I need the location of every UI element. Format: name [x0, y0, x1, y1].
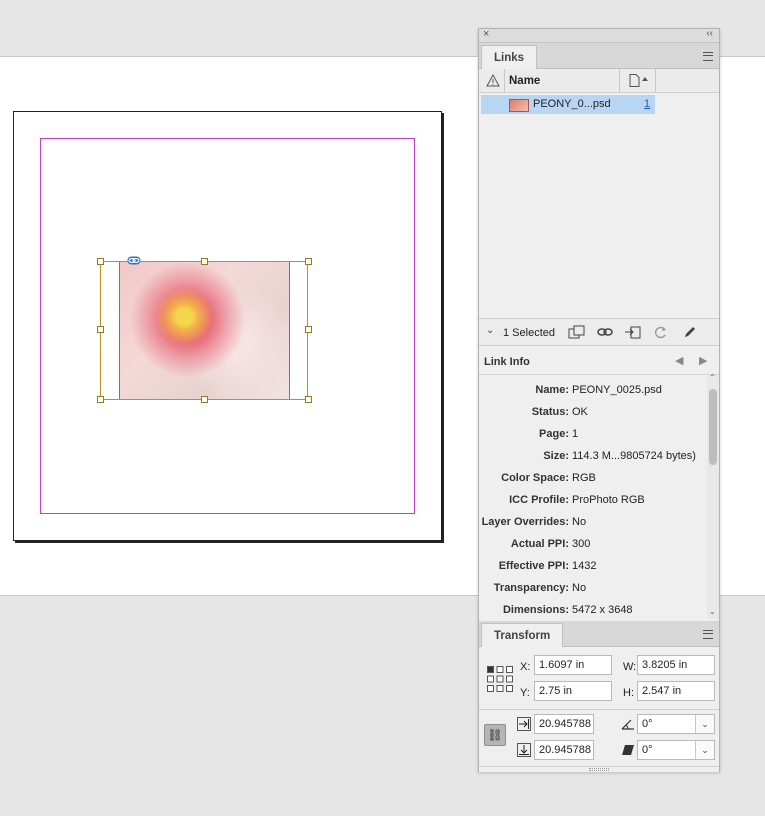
scroll-down-icon[interactable]: ⌄ [709, 607, 716, 616]
frame-handle-bottom-right[interactable] [305, 396, 312, 403]
chevron-down-icon[interactable]: ⌄ [695, 715, 714, 733]
edit-original-icon[interactable] [683, 325, 697, 339]
chevron-down-icon[interactable]: ⌄ [695, 741, 714, 759]
info-row-status: Status: OK [531, 406, 588, 418]
transform-body: X: 1.6097 in W: 3.8205 in Y: 2.75 in H: … [479, 647, 719, 772]
next-link-icon[interactable]: ▶ [699, 354, 707, 367]
rotation-angle-field[interactable]: 0° ⌄ [637, 714, 715, 734]
transform-tab-bar: Transform [479, 621, 719, 649]
links-tab-bar: Links [479, 43, 719, 71]
info-row-icc-profile: ICC Profile: ProPhoto RGB [509, 494, 645, 506]
update-link-icon[interactable] [653, 325, 668, 340]
scale-y-icon [517, 743, 531, 757]
scroll-thumb[interactable] [709, 389, 717, 465]
transform-panel-menu-icon[interactable] [703, 630, 713, 639]
link-thumbnail [509, 99, 529, 112]
frame-handle-bottom-left[interactable] [97, 396, 104, 403]
frame-handle-top-center[interactable] [201, 258, 208, 265]
reference-point-icon[interactable] [487, 666, 513, 692]
go-to-link-icon[interactable] [624, 325, 642, 340]
close-panel-icon[interactable]: × [483, 28, 489, 40]
info-row-dimensions: Dimensions: 5472 x 3648 [502, 604, 633, 616]
floating-panel: × ‹‹ Links Name PEONY_0...psd 1 ⌄ 1 Sele… [478, 28, 720, 772]
link-name: PEONY_0...psd [533, 98, 611, 110]
scale-x-icon [517, 717, 531, 731]
relink-icon[interactable] [597, 326, 613, 338]
link-info-title: Link Info [484, 356, 530, 368]
tab-links[interactable]: Links [481, 45, 538, 71]
info-row-actual-ppi: Actual PPI: 300 [510, 538, 591, 550]
frame-handle-bottom-center[interactable] [201, 396, 208, 403]
graphic-frame-selection[interactable] [100, 261, 308, 400]
selected-count: 1 Selected [503, 327, 555, 339]
links-list: PEONY_0...psd 1 [479, 93, 719, 318]
tab-transform[interactable]: Transform [481, 623, 564, 649]
page-column-icon[interactable] [629, 74, 649, 87]
info-row-name: Name: PEONY_0025.psd [535, 384, 662, 396]
frame-handle-top-right[interactable] [305, 258, 312, 265]
frame-handle-middle-left[interactable] [97, 326, 104, 333]
y-field[interactable]: 2.75 in [534, 681, 612, 701]
y-label: Y: [520, 687, 530, 699]
info-row-effective-ppi: Effective PPI: 1432 [498, 560, 597, 572]
scale-x-field[interactable]: 20.945788 [534, 714, 594, 734]
links-toolbar: ⌄ 1 Selected [479, 318, 719, 346]
warning-column-icon[interactable] [486, 74, 500, 87]
collapse-panel-icon[interactable]: ‹‹ [706, 28, 713, 39]
info-row-color-space: Color Space: RGB [501, 472, 596, 484]
shear-angle-field[interactable]: 0° ⌄ [637, 740, 715, 760]
info-row-transparency: Transparency: No [493, 582, 587, 594]
link-info-header: Link Info ◀ ▶ [479, 349, 719, 375]
chevron-down-icon[interactable]: ⌄ [486, 325, 494, 336]
link-badge-icon[interactable] [127, 256, 141, 265]
h-field[interactable]: 2.547 in [637, 681, 715, 701]
x-label: X: [520, 661, 531, 673]
panel-resize-grip[interactable] [589, 768, 609, 771]
frame-handle-middle-right[interactable] [305, 326, 312, 333]
panel-title-bar[interactable]: × ‹‹ [479, 28, 719, 43]
link-page-number[interactable]: 1 [644, 98, 650, 110]
info-row-size: Size: 114.3 M...9805724 bytes) [543, 450, 696, 462]
list-item[interactable]: PEONY_0...psd 1 [481, 95, 655, 114]
info-row-page: Page: 1 [539, 428, 579, 440]
constrain-proportions-chain-icon[interactable]: ⛓ [484, 724, 506, 746]
h-label: H: [623, 687, 634, 699]
relink-from-cc-icon[interactable] [568, 325, 586, 340]
info-row-layer-overrides: Layer Overrides: No [481, 516, 587, 528]
scale-y-field[interactable]: 20.945788 [534, 740, 594, 760]
rotation-angle-icon [621, 719, 634, 730]
scroll-up-icon[interactable]: ⌃ [709, 373, 716, 382]
links-panel-menu-icon[interactable] [703, 52, 713, 61]
frame-handle-top-left[interactable] [97, 258, 104, 265]
x-field[interactable]: 1.6097 in [534, 655, 612, 675]
shear-angle-icon [622, 745, 634, 755]
links-column-header: Name [479, 69, 719, 93]
previous-link-icon[interactable]: ◀ [675, 354, 683, 367]
link-info-list: Name: PEONY_0025.psd Status: OK Page: 1 Siz… [479, 375, 707, 619]
w-label: W: [623, 661, 637, 673]
w-field[interactable]: 3.8205 in [637, 655, 715, 675]
name-column-header[interactable]: Name [509, 75, 540, 87]
